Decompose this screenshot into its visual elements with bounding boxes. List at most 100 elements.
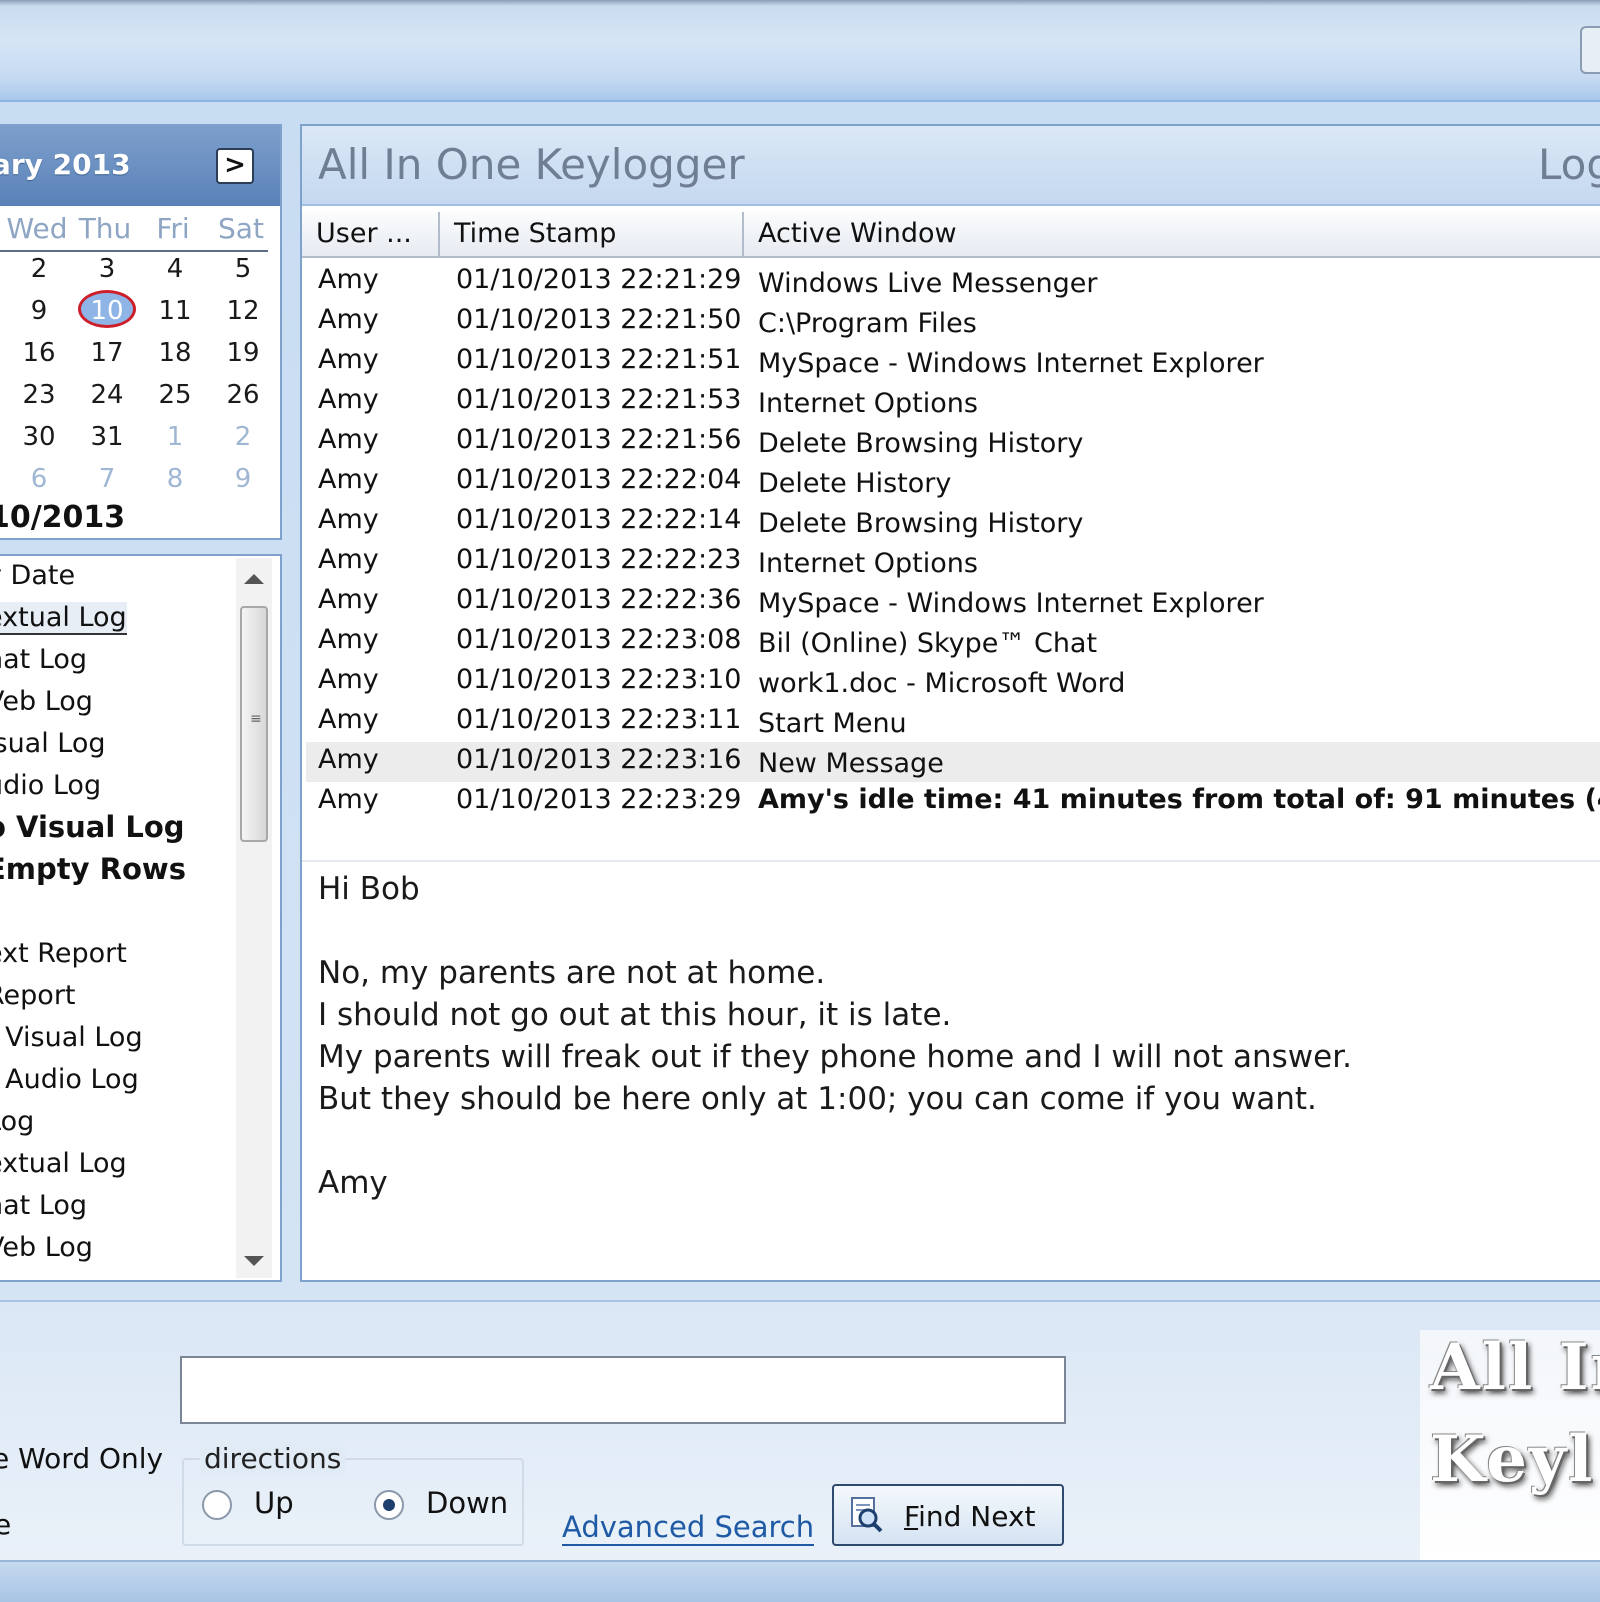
calendar-day[interactable]: 3 <box>72 254 142 284</box>
column-header-time-stamp[interactable]: Time Stamp <box>440 212 744 258</box>
table-row[interactable]: Amy 01/10/2013 22:22:14 Delete Browsing Hi… <box>306 502 1600 542</box>
table-row[interactable]: Amy 01/10/2013 22:21:51 MySpace - Windows … <box>306 342 1600 382</box>
calendar-day[interactable]: 23 <box>4 380 74 410</box>
table-row[interactable]: Amy 01/10/2013 22:23:11 Start Menu <box>306 702 1600 742</box>
cell-time: 01/10/2013 22:23:08 <box>456 624 742 655</box>
nav-item-textual-log-2[interactable]: extual Log <box>0 1148 127 1179</box>
nav-option-empty-rows[interactable]: Empty Rows <box>0 852 186 886</box>
cell-time: 01/10/2013 22:21:56 <box>456 424 742 455</box>
cell-window: MySpace - Windows Internet Explorer <box>758 348 1264 379</box>
nav-item-chat-log[interactable]: hat Log <box>0 644 87 675</box>
nav-item-audio-log[interactable]: udio Log <box>0 770 101 801</box>
table-row[interactable]: Amy 01/10/2013 22:22:23 Internet Options <box>306 542 1600 582</box>
cell-user: Amy <box>318 344 379 375</box>
title-bar <box>0 0 1600 102</box>
cell-user: Amy <box>318 624 379 655</box>
grip-icon: ≡ <box>250 711 262 727</box>
calendar-day-next-month[interactable]: 6 <box>4 464 74 494</box>
calendar-day[interactable]: 19 <box>208 338 278 368</box>
nav-item-log[interactable]: Log <box>0 1106 34 1137</box>
nav-item-chat-log-2[interactable]: hat Log <box>0 1190 87 1221</box>
cell-user: Amy <box>318 664 379 695</box>
calendar-next-month-button[interactable]: > <box>216 148 254 184</box>
search-input[interactable] <box>180 1356 1066 1424</box>
nav-item-textual-log[interactable]: extual Log <box>0 602 127 635</box>
calendar-day[interactable]: 16 <box>4 338 74 368</box>
cell-window: Delete Browsing History <box>758 508 1084 539</box>
dow-thu: Thu <box>78 212 132 245</box>
nav-item-by-date[interactable]: y Date <box>0 560 75 591</box>
table-row-summary[interactable]: Amy 01/10/2013 22:23:29 Amy's idle time: 4… <box>306 782 1600 822</box>
column-header-user[interactable]: User ... <box>302 212 440 258</box>
product-logo: All In Keyl <box>1420 1330 1600 1560</box>
table-row[interactable]: Amy 01/10/2013 22:22:04 Delete History <box>306 462 1600 502</box>
panel-header: All In One Keylogger Log <box>302 126 1600 206</box>
calendar-day[interactable]: 9 <box>4 296 74 326</box>
cell-window: Start Menu <box>758 708 907 739</box>
cell-user: Amy <box>318 544 379 575</box>
calendar-day[interactable]: 31 <box>72 422 142 452</box>
window-control-button[interactable] <box>1580 26 1600 74</box>
calendar-day[interactable]: 24 <box>72 380 142 410</box>
cell-window: Windows Live Messenger <box>758 268 1098 299</box>
advanced-search-link[interactable]: Advanced Search <box>562 1510 815 1546</box>
nav-item-export-audio-log[interactable]: t Audio Log <box>0 1064 139 1095</box>
table-row[interactable]: Amy 01/10/2013 22:23:10 work1.doc - Micros… <box>306 662 1600 702</box>
find-next-button[interactable]: Find Next <box>832 1484 1064 1546</box>
cell-time: 01/10/2013 22:23:16 <box>456 744 742 775</box>
cell-user: Amy <box>318 264 379 295</box>
calendar-day[interactable]: 2 <box>4 254 74 284</box>
cell-user: Amy <box>318 584 379 615</box>
nav-item-web-log-2[interactable]: Veb Log <box>0 1232 93 1263</box>
table-row[interactable]: Amy 01/10/2013 22:23:08 Bil (Online) Skype… <box>306 622 1600 662</box>
direction-up-radio[interactable] <box>202 1490 232 1520</box>
cell-window: MySpace - Windows Internet Explorer <box>758 588 1264 619</box>
calendar-day-next-month[interactable]: 1 <box>140 422 210 452</box>
cell-user: Amy <box>318 384 379 415</box>
calendar-day-today[interactable]: 10 <box>72 290 142 328</box>
calendar-header: uary 2013 > <box>0 126 280 206</box>
whole-word-only-option[interactable]: e Word Only <box>0 1442 163 1475</box>
match-case-option[interactable]: e <box>0 1508 11 1541</box>
nav-item-text-report[interactable]: ext Report <box>0 938 127 969</box>
calendar-day[interactable]: 18 <box>140 338 210 368</box>
cell-window: Delete Browsing History <box>758 428 1084 459</box>
calendar-day[interactable]: 17 <box>72 338 142 368</box>
scroll-thumb[interactable]: ≡ <box>240 606 268 842</box>
nav-item-label: extual Log <box>0 602 127 635</box>
calendar-day[interactable]: 5 <box>208 254 278 284</box>
nav-option-no-visual-log[interactable]: o Visual Log <box>0 810 185 844</box>
calendar-day-next-month[interactable]: 7 <box>72 464 142 494</box>
calendar-day[interactable]: 4 <box>140 254 210 284</box>
column-header-active-window[interactable]: Active Window <box>744 212 1600 258</box>
scroll-up-arrow-icon[interactable] <box>244 574 264 584</box>
calendar-day[interactable]: 12 <box>208 296 278 326</box>
table-row[interactable]: Amy 01/10/2013 22:21:53 Internet Options <box>306 382 1600 422</box>
log-type-list: y Date extual Log hat Log Veb Log isual … <box>0 554 282 1282</box>
nav-item-visual-log[interactable]: isual Log <box>0 728 106 759</box>
dow-wed: Wed <box>6 212 68 245</box>
nav-item-export-visual-log[interactable]: t Visual Log <box>0 1022 143 1053</box>
calendar-day-next-month[interactable]: 8 <box>140 464 210 494</box>
calendar-day[interactable]: 11 <box>140 296 210 326</box>
calendar-day[interactable]: 30 <box>4 422 74 452</box>
table-row[interactable]: Amy 01/10/2013 22:21:50 C:\Program Files <box>306 302 1600 342</box>
table-row[interactable]: Amy 01/10/2013 22:22:36 MySpace - Windows … <box>306 582 1600 622</box>
calendar-day-next-month[interactable]: 9 <box>208 464 278 494</box>
table-row[interactable]: Amy 01/10/2013 22:21:29 Windows Live Messe… <box>306 262 1600 302</box>
cell-window: C:\Program Files <box>758 308 977 339</box>
scroll-down-arrow-icon[interactable] <box>244 1256 264 1266</box>
direction-down-label: Down <box>426 1486 509 1520</box>
nav-item-report[interactable]: Report <box>0 980 76 1011</box>
nav-item-web-log[interactable]: Veb Log <box>0 686 93 717</box>
calendar-day[interactable]: 26 <box>208 380 278 410</box>
cell-user: Amy <box>318 424 379 455</box>
table-row-selected[interactable]: Amy 01/10/2013 22:23:16 New Message <box>306 742 1600 782</box>
calendar-day-next-month[interactable]: 2 <box>208 422 278 452</box>
calendar-day[interactable]: 25 <box>140 380 210 410</box>
direction-down-radio[interactable] <box>374 1490 404 1520</box>
table-row[interactable]: Amy 01/10/2013 22:21:56 Delete Browsing Hi… <box>306 422 1600 462</box>
find-next-text: ind Next <box>918 1500 1036 1533</box>
nav-scrollbar[interactable]: ≡ <box>236 558 272 1278</box>
cell-user: Amy <box>318 304 379 335</box>
